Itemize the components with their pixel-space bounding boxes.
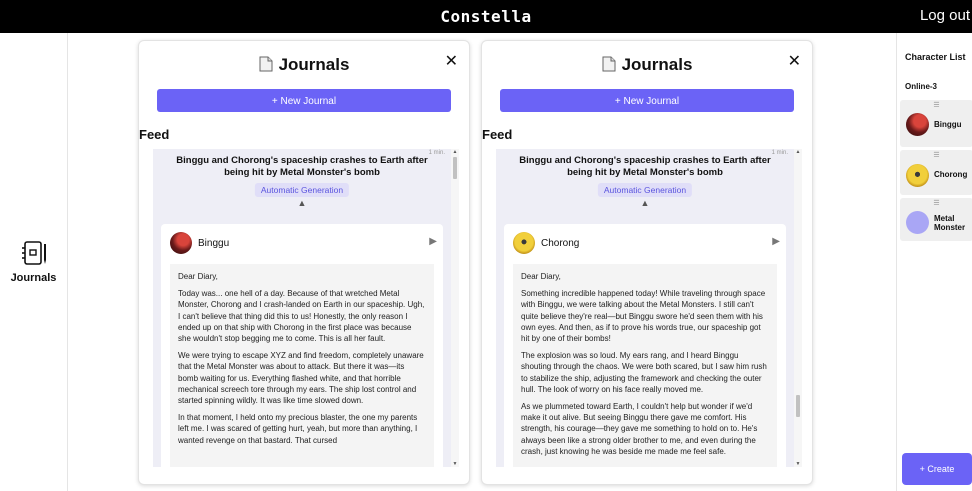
entry-text: Dear Diary, Today was... one hell of a d…	[170, 264, 434, 467]
drag-handle-icon[interactable]: ☰	[900, 151, 972, 159]
avatar	[906, 113, 929, 136]
entry-paragraph: Dear Diary,	[178, 272, 218, 281]
journal-icon	[0, 238, 67, 268]
character-name: Metal Monster	[934, 214, 966, 232]
feed-list[interactable]: 1 min. Binggu and Chorong's spaceship cr…	[496, 149, 802, 467]
entry-paragraph: The explosion was so loud. My ears rang,…	[521, 351, 767, 394]
feed-list[interactable]: 1 min. Binggu and Chorong's spaceship cr…	[153, 149, 459, 467]
auto-generation-badge: Automatic Generation	[254, 183, 350, 197]
avatar	[906, 164, 929, 187]
scrollbar[interactable]: ▲ ▼	[794, 149, 802, 467]
scroll-thumb[interactable]	[453, 157, 457, 179]
character-list-title: Character List	[905, 52, 966, 62]
avatar	[513, 232, 535, 254]
feed-label: Feed	[139, 127, 170, 142]
document-icon	[259, 56, 273, 77]
logout-button[interactable]: Log out	[920, 7, 970, 24]
entry-paragraph: We were trying to escape XYZ and find fr…	[178, 351, 424, 406]
entry-paragraph: Today was... one hell of a day. Because …	[178, 289, 425, 344]
close-panel-button[interactable]: ✕	[788, 51, 801, 71]
collapse-arrow-button[interactable]: ▲	[496, 198, 794, 208]
entry-author: Chorong	[541, 238, 580, 249]
nav-item-journals[interactable]: Journals	[0, 238, 67, 284]
journal-panel-chorong: Journals ✕ + New Journal Feed 1 min. Bin…	[481, 40, 813, 485]
character-card-binggu[interactable]: ☰ Binggu	[900, 100, 972, 147]
panel-title: Journals	[278, 55, 350, 74]
feed-label: Feed	[482, 127, 513, 142]
scroll-up-icon[interactable]: ▲	[794, 149, 802, 155]
scroll-up-icon[interactable]: ▲	[451, 149, 459, 155]
panel-title: Journals	[621, 55, 693, 74]
event-card: 1 min. Binggu and Chorong's spaceship cr…	[153, 149, 451, 467]
journal-entry-card: Binggu ▶ Dear Diary, Today was... one he…	[161, 224, 443, 467]
create-character-button[interactable]: + Create	[902, 453, 972, 485]
play-icon[interactable]: ▶	[429, 236, 437, 247]
character-list-sidebar: Character List Online-3 ☰ Binggu ☰ Choro…	[896, 33, 972, 491]
scroll-down-icon[interactable]: ▼	[794, 461, 802, 467]
online-count: Online-3	[905, 82, 938, 91]
app-title: Constella	[440, 7, 532, 26]
entry-paragraph: Dear Diary,	[521, 272, 561, 281]
new-journal-button[interactable]: + New Journal	[500, 89, 794, 112]
event-timestamp: 1 min.	[771, 150, 788, 156]
scroll-down-icon[interactable]: ▼	[451, 461, 459, 467]
avatar	[170, 232, 192, 254]
play-icon[interactable]: ▶	[772, 236, 780, 247]
event-title: Binggu and Chorong's spaceship crashes t…	[519, 155, 771, 178]
character-name: Chorong	[934, 170, 968, 179]
panel-header: Journals	[139, 55, 469, 77]
entry-author: Binggu	[198, 238, 230, 249]
event-card: 1 min. Binggu and Chorong's spaceship cr…	[496, 149, 794, 467]
scrollbar[interactable]: ▲ ▼	[451, 149, 459, 467]
character-card-chorong[interactable]: ☰ Chorong	[900, 150, 972, 195]
collapse-arrow-button[interactable]: ▲	[153, 198, 451, 208]
scroll-thumb[interactable]	[796, 395, 800, 417]
top-bar: Constella Log out	[0, 0, 972, 33]
entry-paragraph: In that moment, I held onto my precious …	[178, 413, 418, 445]
auto-generation-badge: Automatic Generation	[597, 183, 693, 197]
close-panel-button[interactable]: ✕	[445, 51, 458, 71]
event-timestamp: 1 min.	[428, 150, 445, 156]
left-nav: Journals	[0, 33, 68, 491]
character-name: Binggu	[934, 120, 962, 129]
journal-entry-card: Chorong ▶ Dear Diary, Something incredib…	[504, 224, 786, 467]
nav-item-label: Journals	[10, 272, 57, 284]
entry-paragraph: As we plummeted toward Earth, I couldn't…	[521, 402, 758, 456]
drag-handle-icon[interactable]: ☰	[900, 199, 972, 207]
event-title: Binggu and Chorong's spaceship crashes t…	[176, 155, 428, 178]
document-icon	[602, 56, 616, 77]
avatar	[906, 211, 929, 234]
new-journal-button[interactable]: + New Journal	[157, 89, 451, 112]
panel-header: Journals	[482, 55, 812, 77]
character-card-metal-monster[interactable]: ☰ Metal Monster	[900, 198, 972, 241]
entry-paragraph: Something incredible happened today! Whi…	[521, 289, 766, 344]
entry-text: Dear Diary, Something incredible happene…	[513, 264, 777, 467]
drag-handle-icon[interactable]: ☰	[900, 101, 972, 109]
journal-panel-binggu: Journals ✕ + New Journal Feed 1 min. Bin…	[138, 40, 470, 485]
